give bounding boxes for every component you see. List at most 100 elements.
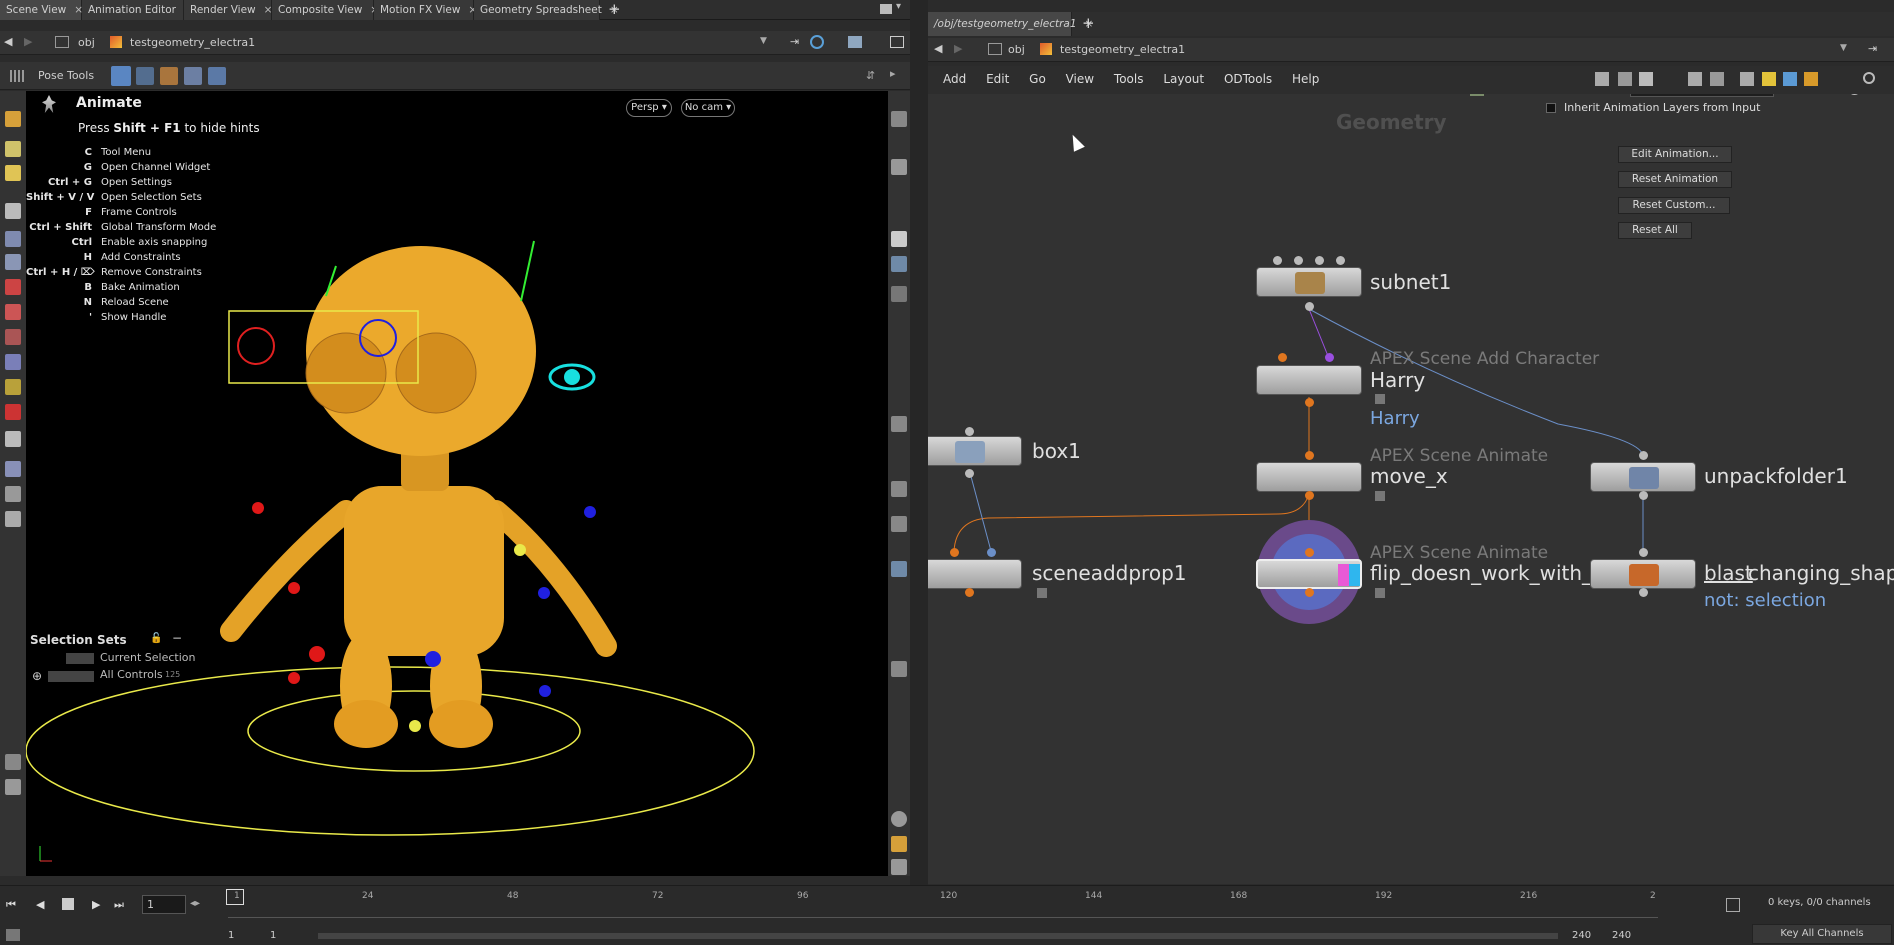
wrench-icon[interactable] — [1595, 72, 1609, 86]
layout-icon[interactable] — [891, 836, 907, 852]
tiles-icon[interactable] — [1710, 72, 1724, 86]
frame-step-icon[interactable]: ◂▸ — [190, 898, 200, 909]
back-icon[interactable]: ◀ — [4, 35, 12, 48]
grid-view-icon[interactable] — [1688, 72, 1702, 86]
menu-edit[interactable]: Edit — [986, 72, 1009, 86]
paint-tool-icon[interactable] — [5, 379, 21, 395]
tree-icon[interactable] — [1618, 72, 1632, 86]
pane-splitter[interactable] — [910, 0, 928, 885]
harry-output[interactable] — [1305, 398, 1314, 407]
close-pane-icon[interactable]: ▾ — [896, 1, 901, 12]
go-end-icon[interactable]: ⏭ — [114, 898, 124, 912]
blast-output[interactable] — [1639, 588, 1648, 597]
image-icon[interactable] — [1740, 72, 1754, 86]
bone-tool-icon[interactable] — [5, 304, 21, 320]
pose-move-icon[interactable] — [136, 67, 154, 85]
toolbar-close-icon[interactable]: ▸ — [890, 67, 896, 80]
lock-icon[interactable] — [5, 254, 21, 270]
rig-tool-icon[interactable] — [5, 279, 21, 295]
tab-network[interactable]: /obj/testgeometry_electra1 × — [928, 12, 1093, 36]
info-icon[interactable] — [891, 811, 907, 827]
range-end-2[interactable]: 240 — [1612, 930, 1631, 941]
menu-view[interactable]: View — [1066, 72, 1094, 86]
capture-tool-icon[interactable] — [5, 354, 21, 370]
search-icon[interactable] — [1863, 72, 1875, 84]
subnet-input-2[interactable] — [1294, 256, 1303, 265]
path-node[interactable]: testgeometry_electra1 — [130, 36, 255, 49]
path-dropdown-icon[interactable]: ▼ — [1840, 43, 1847, 53]
select-tool-icon[interactable] — [5, 141, 21, 157]
camera-icon[interactable] — [848, 36, 862, 48]
node-sceneaddprop1[interactable] — [928, 559, 1022, 589]
movex-input[interactable] — [1305, 451, 1314, 460]
unpack-output[interactable] — [1639, 491, 1648, 500]
help-tool-icon[interactable] — [5, 431, 21, 447]
back-icon[interactable]: ◀ — [934, 42, 942, 55]
link-icon[interactable] — [810, 35, 824, 49]
reset-animation-button[interactable]: Reset Animation — [1618, 171, 1732, 188]
path-root[interactable]: obj — [1008, 43, 1025, 56]
camera-view-icon[interactable] — [891, 661, 907, 677]
node-harry[interactable] — [1256, 365, 1362, 395]
menu-layout[interactable]: Layout — [1163, 72, 1204, 86]
path-dropdown-icon[interactable]: ▼ — [760, 36, 767, 46]
pose-ik-icon[interactable] — [184, 67, 202, 85]
display-options-icon[interactable] — [891, 111, 907, 127]
range-start-icon[interactable] — [6, 929, 20, 941]
brush-icon[interactable]: ✎ — [1800, 94, 1810, 96]
light-icon[interactable] — [891, 231, 907, 247]
inherit-checkbox[interactable] — [1546, 103, 1556, 113]
sceneadd-input-2[interactable] — [987, 548, 996, 557]
range-slider[interactable] — [318, 933, 1558, 939]
render-tool-icon[interactable] — [5, 754, 21, 770]
menu-odtools[interactable]: ODTools — [1224, 72, 1272, 86]
snap-tool-icon[interactable] — [5, 461, 21, 477]
menu-help[interactable]: Help — [1292, 72, 1319, 86]
unpack-input[interactable] — [1639, 451, 1648, 460]
range-start-1[interactable]: 1 — [228, 930, 234, 941]
range-end-1[interactable]: 240 — [1572, 930, 1591, 941]
node-name-field[interactable]: flip_doesn_work_with_und — [1630, 94, 1774, 97]
grid-icon[interactable] — [891, 561, 907, 577]
path-node[interactable]: testgeometry_electra1 — [1060, 43, 1185, 56]
sceneadd-output[interactable] — [965, 588, 974, 597]
stickies-icon[interactable] — [1804, 72, 1818, 86]
menu-go[interactable]: Go — [1029, 72, 1046, 86]
collapse-icon[interactable]: − — [172, 631, 182, 645]
key-all-channels-button[interactable]: Key All Channels — [1752, 924, 1892, 944]
grip-icon[interactable] — [10, 70, 24, 82]
help-icon[interactable] — [1848, 94, 1861, 95]
reset-all-button[interactable]: Reset All — [1618, 222, 1692, 239]
node-blast[interactable] — [1590, 559, 1696, 589]
snapshot-icon[interactable] — [891, 516, 907, 532]
magnet-tool-icon[interactable] — [5, 404, 21, 420]
flip-output[interactable] — [1305, 588, 1314, 597]
subnet-input-1[interactable] — [1273, 256, 1282, 265]
settings-tool-icon[interactable] — [5, 779, 21, 795]
tab-scene-view[interactable]: Scene View × — [0, 0, 83, 20]
network-editor[interactable]: Geometry subnet1 APEX Scene Add Characte… — [928, 94, 1894, 884]
pose-select-icon[interactable] — [111, 66, 131, 86]
stop-icon[interactable] — [62, 898, 74, 910]
gear-icon[interactable]: ✲ — [1780, 94, 1791, 97]
key-options-icon[interactable] — [1726, 898, 1740, 912]
pose-rotate-icon[interactable] — [160, 67, 178, 85]
harry-input-2[interactable] — [1325, 353, 1334, 362]
step-back-icon[interactable]: ◀ — [36, 898, 44, 911]
cog-tool-icon[interactable] — [5, 511, 21, 527]
pane-menu-icon[interactable] — [880, 4, 892, 14]
network-icon[interactable] — [988, 43, 1002, 55]
points-icon[interactable] — [891, 286, 907, 302]
flip-input[interactable] — [1305, 548, 1314, 557]
tab-animation-editor[interactable]: Animation Editor× — [82, 0, 193, 20]
node-subnet1[interactable] — [1256, 267, 1362, 297]
go-start-icon[interactable]: ⏮ — [6, 898, 16, 912]
joint-tool-icon[interactable] — [5, 329, 21, 345]
box-input[interactable] — [965, 427, 974, 436]
shading-icon[interactable] — [891, 256, 907, 272]
node-box1[interactable] — [928, 436, 1022, 466]
numbers-icon[interactable] — [891, 481, 907, 497]
arrow-tool-icon[interactable] — [5, 203, 21, 219]
tab-motion-fx-view[interactable]: Motion FX View × — [374, 0, 477, 20]
forward-icon[interactable]: ▶ — [954, 42, 962, 55]
